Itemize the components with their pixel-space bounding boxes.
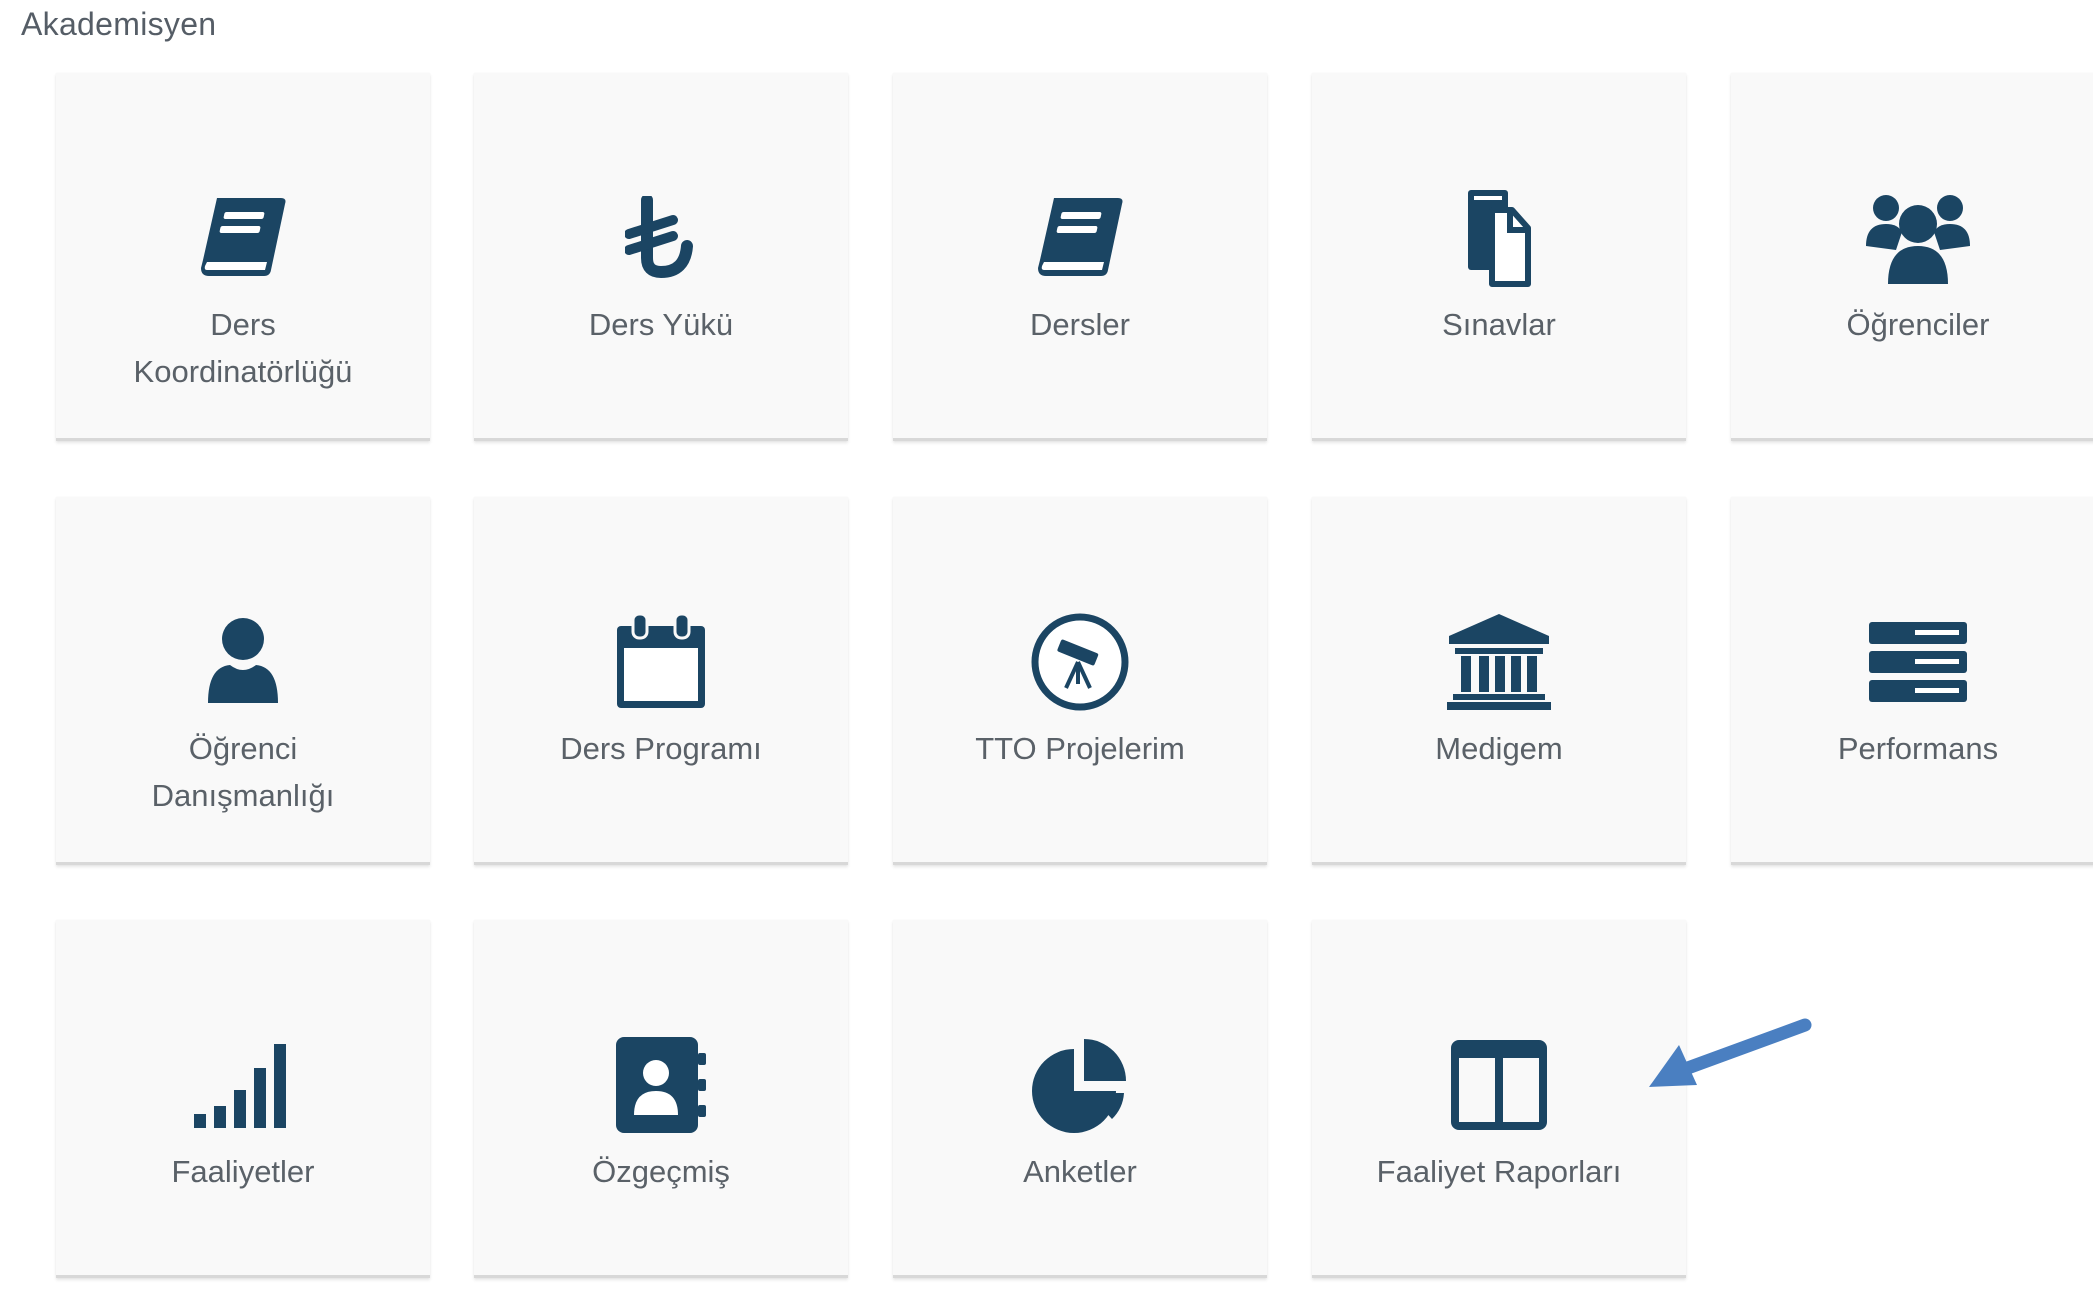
tile-label: Ders Koordinatörlüğü [133,307,353,389]
tile-dersler[interactable]: Dersler [893,73,1267,441]
tile-label: Sınavlar [1442,307,1556,342]
signal-icon [56,1030,430,1140]
tile-label: Medigem [1435,731,1563,766]
pie-chart-icon [893,1030,1267,1140]
server-icon [1731,607,2093,717]
documents-icon [1312,183,1686,293]
tile-ders-yuku[interactable]: Ders Yükü [474,73,848,441]
book-icon [893,183,1267,293]
institution-icon [1312,607,1686,717]
tile-ders-koordinatorlugu[interactable]: Ders Koordinatörlüğü [56,73,430,441]
section-title: Akademisyen [21,6,217,42]
akademisyen-page: Akademisyen Ders Koordinatörlüğü Ders Yü… [0,0,2093,1289]
tile-label: Performans [1837,731,1999,766]
users-icon [1731,183,2093,293]
tile-label: Öğrenci Danışmanlığı [151,731,335,813]
tile-label: Anketler [1023,1154,1137,1189]
tile-performans[interactable]: Performans [1731,497,2093,865]
address-book-icon [474,1030,848,1140]
columns-icon [1312,1030,1686,1140]
tile-label: Faaliyetler [171,1154,315,1189]
tile-medigem[interactable]: Medigem [1312,497,1686,865]
tile-anketler[interactable]: Anketler [893,920,1267,1278]
tile-label: Dersler [1030,307,1130,342]
tile-ders-programi[interactable]: Ders Programı [474,497,848,865]
tile-label: Öğrenciler [1846,307,1990,342]
tile-ogrenci-danismanligi[interactable]: Öğrenci Danışmanlığı [56,497,430,865]
calendar-icon [474,607,848,717]
tile-label: Özgeçmiş [592,1154,730,1189]
tile-tto-projelerim[interactable]: TTO Projelerim [893,497,1267,865]
lira-icon [474,183,848,293]
tile-ozgecmis[interactable]: Özgeçmiş [474,920,848,1278]
tile-faaliyetler[interactable]: Faaliyetler [56,920,430,1278]
tile-faaliyet-raporlari[interactable]: Faaliyet Raporları [1312,920,1686,1278]
tile-ogrenciler[interactable]: Öğrenciler [1731,73,2093,441]
book-icon [56,183,430,293]
arrow-pointer-icon [1645,1015,1815,1100]
tile-label: TTO Projelerim [975,731,1185,766]
user-icon [56,607,430,717]
tile-label: Faaliyet Raporları [1376,1154,1622,1189]
tile-label: Ders Yükü [588,307,734,342]
telescope-icon [893,607,1267,717]
tile-sinavlar[interactable]: Sınavlar [1312,73,1686,441]
tile-label: Ders Programı [560,731,762,766]
